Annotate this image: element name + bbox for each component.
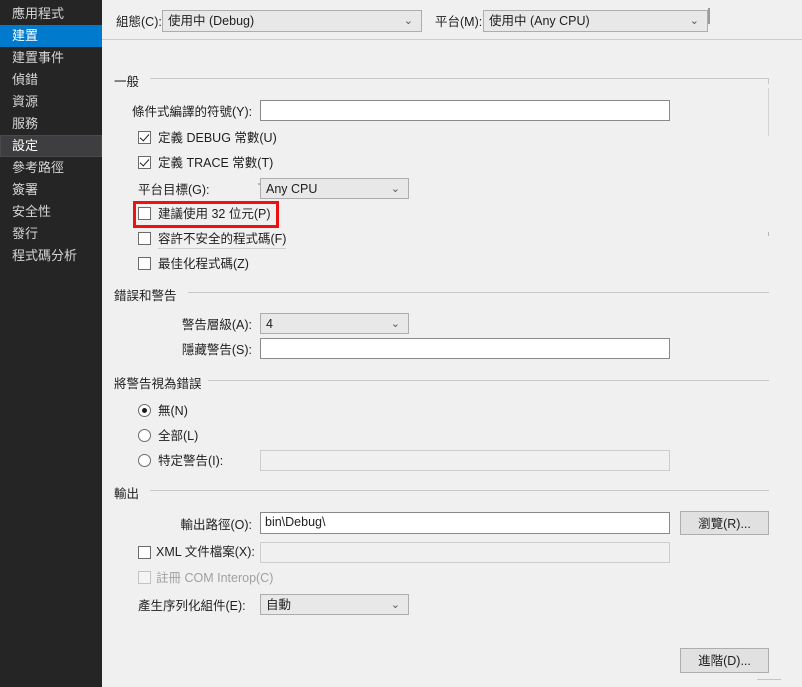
warning-level-label: 警告層級(A): (181, 318, 252, 332)
chevron-down-icon: ⌄ (390, 183, 400, 195)
allow-unsafe-underline-artifact (158, 248, 286, 249)
optimize-code-checkbox[interactable] (138, 257, 151, 270)
topbar-divider-artifact (708, 8, 710, 24)
treat-warnings-none-radio[interactable] (138, 404, 151, 417)
serialization-dropdown[interactable]: 自動 ⌄ (260, 594, 409, 615)
advanced-button[interactable]: 進階(D)... (680, 648, 769, 673)
platform-target-dropdown[interactable]: Any CPU ⌄ (260, 178, 409, 199)
configuration-dropdown-value: 使用中 (Debug) (168, 14, 255, 28)
xml-doc-input[interactable] (260, 542, 670, 563)
chevron-down-icon: ⌄ (689, 15, 699, 27)
browse-button[interactable]: 瀏覽(R)... (680, 511, 769, 535)
serialization-value: 自動 (266, 598, 292, 612)
errors-warnings-group-line (188, 292, 769, 293)
general-right-edge-artifact (768, 88, 769, 136)
xml-doc-checkbox[interactable] (138, 546, 151, 559)
treat-warnings-none-label: 無(N) (158, 404, 188, 418)
xml-doc-label: XML 文件檔案(X): (156, 545, 255, 559)
prefer-32bit-checkbox[interactable] (138, 207, 151, 220)
sidebar-item-code-analysis[interactable]: 程式碼分析 (0, 245, 102, 267)
sidebar-item-build-events[interactable]: 建置事件 (0, 47, 102, 69)
chevron-down-icon: ⌄ (390, 599, 400, 611)
platform-target-label: 平台目標(G): (138, 183, 210, 197)
define-trace-label: 定義 TRACE 常數(T) (158, 156, 274, 170)
sidebar-item-publish[interactable]: 發行 (0, 223, 102, 245)
configuration-bar: 組態(C): 使用中 (Debug) ⌄ 平台(M): 使用中 (Any CPU… (102, 0, 802, 40)
define-debug-label: 定義 DEBUG 常數(U) (158, 131, 277, 145)
general-group-cap (768, 78, 769, 84)
sidebar-item-application[interactable]: 應用程式 (0, 3, 102, 25)
com-interop-label: 註冊 COM Interop(C) (156, 571, 274, 585)
prefer-32bit-label: 建議使用 32 位元(P) (158, 207, 271, 221)
treat-warnings-specific-label: 特定警告(I): (158, 454, 224, 468)
chevron-down-icon: ⌄ (390, 318, 400, 330)
sidebar-item-resources[interactable]: 資源 (0, 91, 102, 113)
sidebar-item-reference-paths[interactable]: 參考路徑 (0, 157, 102, 179)
platform-label: 平台(M): (435, 15, 483, 29)
sidebar-item-services[interactable]: 服務 (0, 113, 102, 135)
sidebar-item-build[interactable]: 建置 (0, 25, 109, 47)
optimize-code-label: 最佳化程式碼(Z) (158, 257, 249, 271)
output-path-label: 輸出路徑(O): (180, 518, 252, 532)
bottom-edge-artifact (757, 679, 781, 680)
define-debug-checkbox[interactable] (138, 131, 151, 144)
treat-warnings-all-label: 全部(L) (158, 429, 199, 443)
warning-level-value: 4 (266, 317, 273, 331)
conditional-symbols-label: 條件式編譯的符號(Y): (132, 105, 253, 119)
configuration-dropdown[interactable]: 使用中 (Debug) ⌄ (162, 10, 422, 32)
general-group-title: 一般 (114, 71, 146, 90)
sidebar-item-debug[interactable]: 偵錯 (0, 69, 102, 91)
build-settings-pane: 組態(C): 使用中 (Debug) ⌄ 平台(M): 使用中 (Any CPU… (102, 0, 802, 687)
define-trace-checkbox[interactable] (138, 156, 151, 169)
sidebar-item-signing[interactable]: 簽署 (0, 179, 102, 201)
chevron-down-icon: ⌄ (403, 15, 413, 27)
output-path-input[interactable]: bin\Debug\ (260, 512, 670, 534)
treat-warnings-all-radio[interactable] (138, 429, 151, 442)
sidebar-item-settings[interactable]: 設定 (0, 135, 102, 157)
errors-warnings-group-title: 錯誤和警告 (114, 285, 183, 304)
project-properties-window: 應用程式 建置 建置事件 偵錯 資源 服務 設定 參考路徑 簽署 安全性 發行 … (0, 0, 802, 687)
output-group-title: 輸出 (114, 483, 146, 502)
warning-level-dropdown[interactable]: 4 ⌄ (260, 313, 409, 334)
allow-unsafe-checkbox[interactable] (138, 232, 151, 245)
treat-warnings-specific-input[interactable] (260, 450, 670, 471)
com-interop-checkbox[interactable] (138, 571, 151, 584)
suppress-warnings-label: 隱藏警告(S): (181, 343, 252, 357)
configuration-label: 組態(C): (116, 15, 162, 29)
platform-target-value: Any CPU (266, 182, 318, 196)
treat-warnings-group-title: 將警告視為錯誤 (114, 373, 208, 392)
allow-unsafe-label: 容許不安全的程式碼(F) (158, 232, 287, 246)
general-right-dot-artifact (768, 232, 769, 236)
output-group-line (150, 490, 769, 491)
platform-dropdown[interactable]: 使用中 (Any CPU) ⌄ (483, 10, 708, 32)
treat-warnings-group-line (202, 380, 769, 381)
platform-dropdown-value: 使用中 (Any CPU) (489, 14, 590, 28)
serialization-label: 產生序列化組件(E): (138, 599, 246, 613)
treat-warnings-specific-radio[interactable] (138, 454, 151, 467)
properties-sidebar: 應用程式 建置 建置事件 偵錯 資源 服務 設定 參考路徑 簽署 安全性 發行 … (0, 0, 109, 687)
general-group-line (150, 78, 769, 79)
sidebar-item-security[interactable]: 安全性 (0, 201, 102, 223)
suppress-warnings-input[interactable] (260, 338, 670, 359)
conditional-symbols-input[interactable] (260, 100, 670, 121)
